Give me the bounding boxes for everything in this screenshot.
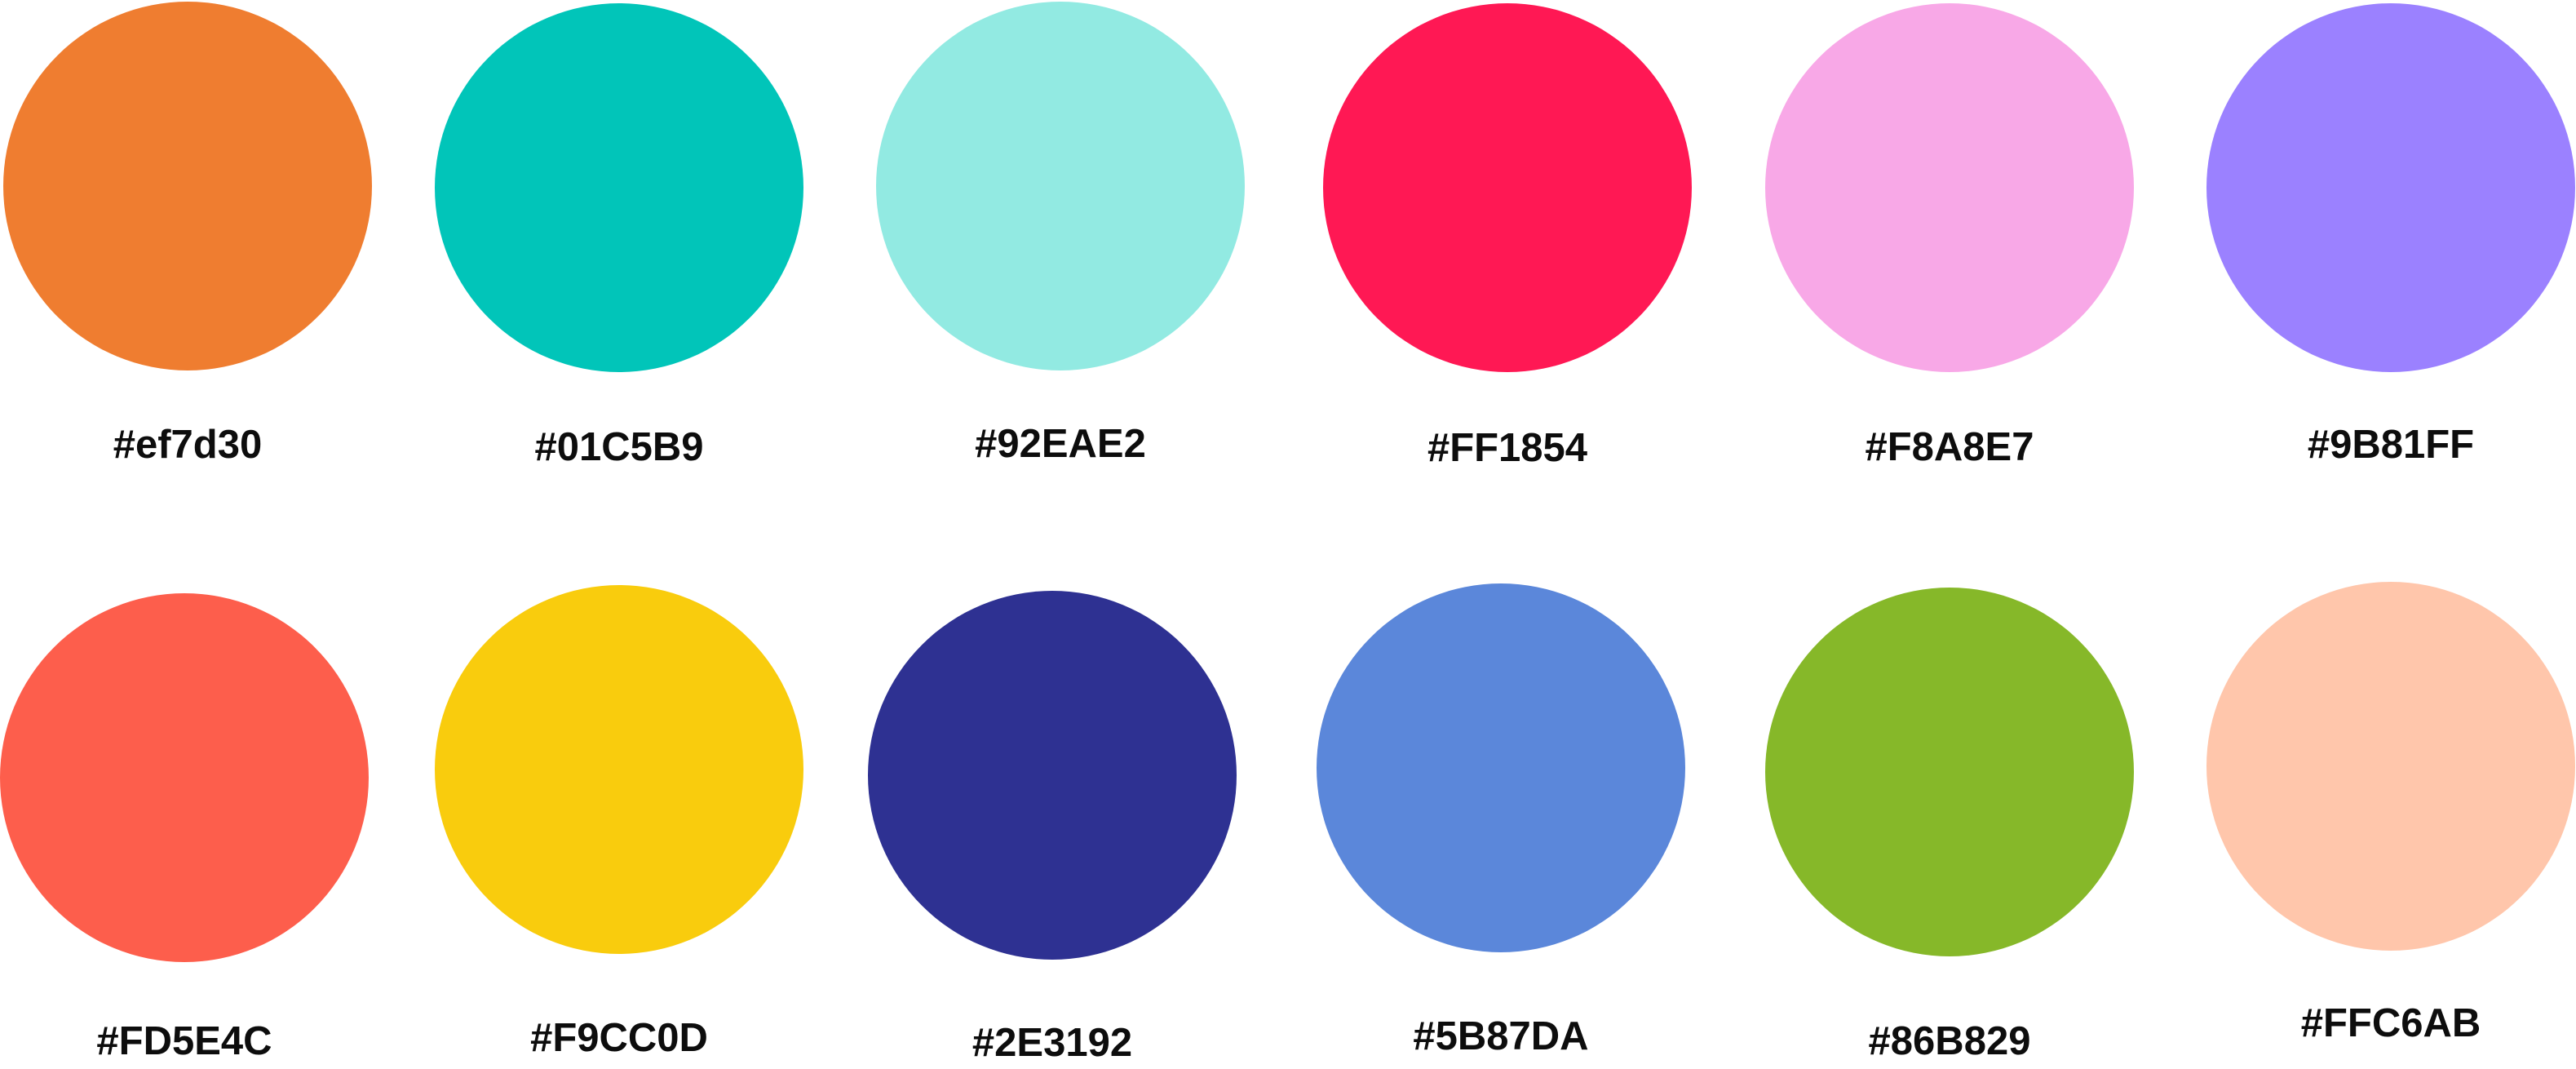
color-hex-label: #FFC6AB [2300,1001,2481,1045]
color-swatch [1765,3,2134,372]
color-palette: #ef7d30 #01C5B9 #92EAE2 #FF1854 #F8A8E7 #9B81… [0,0,2576,1069]
color-hex-label: #92EAE2 [975,422,1146,466]
color-hex-label: #F9CC0D [530,1016,708,1060]
color-hex-label: #86B829 [1868,1019,2031,1063]
color-swatch [868,591,1237,960]
color-hex-label: #9B81FF [2307,423,2475,467]
color-swatch [0,593,369,962]
color-hex-label: #ef7d30 [113,423,263,467]
color-swatch [1765,588,2134,956]
color-hex-label: #5B87DA [1413,1014,1589,1058]
color-hex-label: #FD5E4C [96,1019,272,1063]
color-hex-label: #F8A8E7 [1865,425,2034,469]
color-swatch [2206,3,2575,372]
color-swatch [435,3,803,372]
color-swatch [1317,583,1685,952]
color-swatch [3,2,372,370]
color-hex-label: #01C5B9 [534,425,704,469]
color-swatch [435,585,803,954]
color-hex-label: #FF1854 [1427,426,1588,470]
color-swatch [876,2,1245,370]
color-swatch [2206,582,2575,951]
color-swatch [1323,3,1692,372]
color-hex-label: #2E3192 [972,1021,1133,1065]
